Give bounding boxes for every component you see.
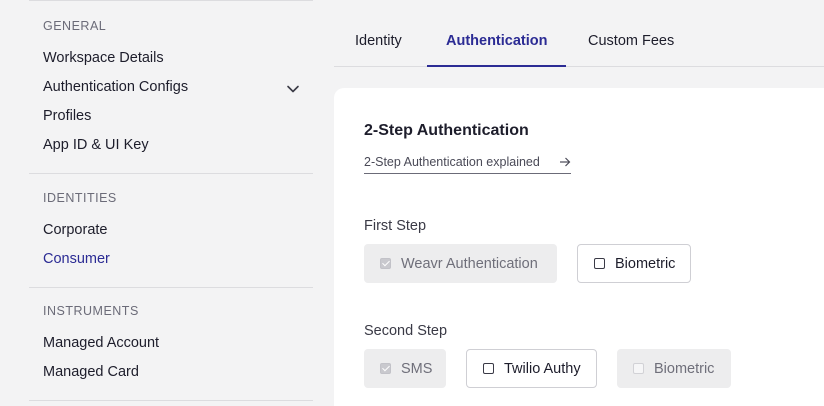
sidebar-divider	[29, 400, 313, 401]
sidebar-divider	[29, 173, 313, 174]
section-label-general: GENERAL	[43, 19, 107, 33]
first-step-label: First Step	[364, 218, 427, 234]
sidebar-item-profiles[interactable]: Profiles	[43, 108, 91, 124]
sidebar-item-managed-account[interactable]: Managed Account	[43, 335, 159, 351]
second-step-option-biometric: Biometric	[617, 349, 731, 388]
second-step-option-twilio-authy[interactable]: Twilio Authy	[466, 349, 597, 388]
second-step-option-sms: SMS	[364, 349, 446, 388]
tab-identity[interactable]: Identity	[355, 33, 402, 49]
sidebar-item-consumer[interactable]: Consumer	[43, 251, 110, 267]
sidebar-item-app-id-ui-key[interactable]: App ID & UI Key	[43, 137, 149, 153]
checkbox-checked-disabled	[380, 258, 391, 269]
sidebar: GENERAL Workspace Details Authentication…	[0, 0, 334, 406]
checkbox-checked-disabled	[380, 363, 391, 374]
sidebar-item-workspace-details[interactable]: Workspace Details	[43, 50, 164, 66]
arrow-right-icon	[560, 157, 571, 167]
first-step-option-biometric[interactable]: Biometric	[577, 244, 691, 283]
option-label: Biometric	[654, 360, 715, 377]
option-label: Weavr Authentication	[401, 255, 538, 272]
sidebar-divider	[29, 0, 313, 1]
option-label: Biometric	[615, 255, 676, 272]
sidebar-item-authentication-configs[interactable]: Authentication Configs	[43, 79, 188, 95]
section-label-identities: IDENTITIES	[43, 191, 117, 205]
option-label: SMS	[401, 360, 433, 377]
second-step-label: Second Step	[364, 323, 448, 339]
section-label-instruments: INSTRUMENTS	[43, 304, 139, 318]
checkbox-disabled	[633, 363, 644, 374]
card-title: 2-Step Authentication	[364, 122, 529, 139]
explain-link-label: 2-Step Authentication explained	[364, 155, 540, 169]
active-tab-indicator	[427, 65, 566, 67]
chevron-down-icon[interactable]	[286, 82, 300, 96]
first-step-option-weavr-authentication: Weavr Authentication	[364, 244, 557, 283]
explain-link[interactable]: 2-Step Authentication explained	[364, 155, 571, 174]
sidebar-divider	[29, 287, 313, 288]
tab-custom-fees[interactable]: Custom Fees	[588, 33, 674, 49]
tab-bar	[334, 0, 824, 67]
option-label: Twilio Authy	[504, 360, 581, 377]
tab-authentication[interactable]: Authentication	[446, 33, 548, 49]
checkbox[interactable]	[483, 363, 494, 374]
sidebar-item-managed-card[interactable]: Managed Card	[43, 364, 139, 380]
sidebar-item-corporate[interactable]: Corporate	[43, 222, 107, 238]
checkbox[interactable]	[594, 258, 605, 269]
